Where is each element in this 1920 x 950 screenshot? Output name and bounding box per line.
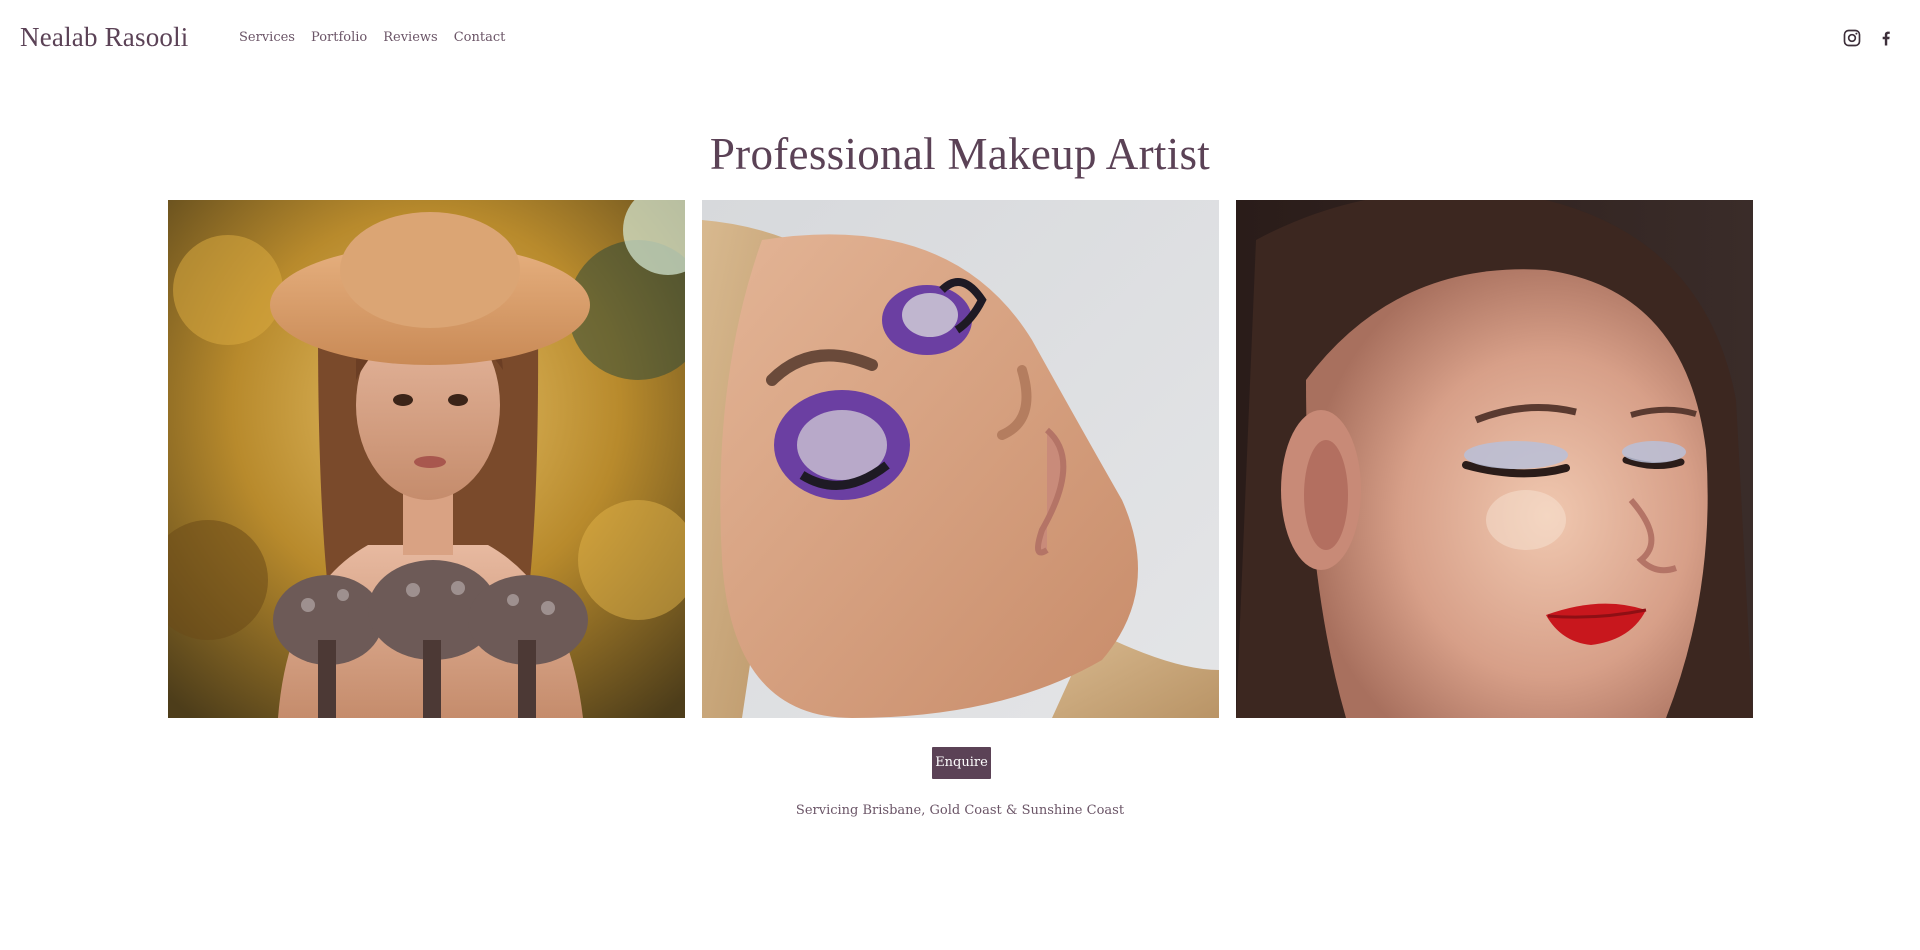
nav-link-reviews[interactable]: Reviews — [383, 29, 437, 47]
nav-link-services[interactable]: Services — [239, 29, 295, 47]
portfolio-gallery — [168, 200, 1754, 718]
facebook-link[interactable] — [1876, 28, 1896, 48]
instagram-link[interactable] — [1842, 28, 1862, 48]
photo-red-lip-profile — [1236, 200, 1753, 718]
enquire-button[interactable]: Enquire — [932, 747, 991, 779]
photo-purple-eyeshadow — [702, 200, 1219, 718]
social-links — [1842, 28, 1896, 48]
site-header: Nealab Rasooli Services Portfolio Review… — [0, 0, 1920, 76]
brand-logo-link[interactable]: Nealab Rasooli — [20, 19, 189, 55]
main-nav: Services Portfolio Reviews Contact — [239, 29, 505, 47]
nav-link-contact[interactable]: Contact — [454, 29, 506, 47]
gallery-photo-hat-flowers — [168, 200, 685, 718]
instagram-icon — [1843, 29, 1861, 47]
facebook-icon — [1882, 31, 1890, 46]
service-area-text: Servicing Brisbane, Gold Coast & Sunshin… — [795, 803, 1125, 818]
photo-straw-hat-woman — [168, 200, 685, 718]
gallery-photo-red-lip — [1236, 200, 1753, 718]
nav-link-portfolio[interactable]: Portfolio — [311, 29, 367, 47]
gallery-photo-purple-eyeshadow — [702, 200, 1219, 718]
page-title: Professional Makeup Artist — [709, 129, 1211, 179]
